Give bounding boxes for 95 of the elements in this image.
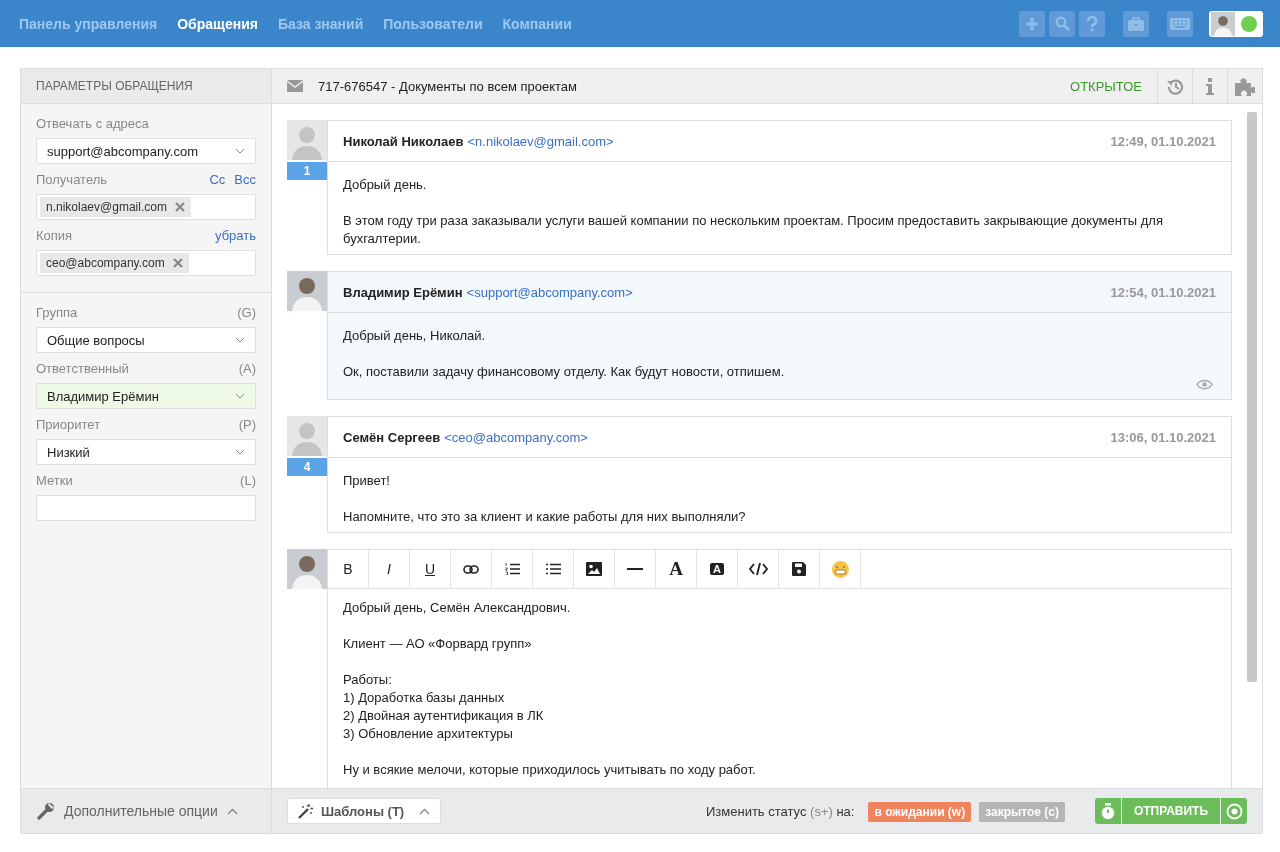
chevron-up-icon <box>419 807 430 815</box>
chevron-down-icon <box>235 449 245 455</box>
user-menu[interactable] <box>1209 10 1263 37</box>
panel-title: ПАРАМЕТРЫ ОБРАЩЕНИЯ <box>21 69 271 104</box>
reply-text: Клиент — АО «Форвард групп» <box>343 635 533 653</box>
briefcase-button[interactable] <box>1123 10 1149 37</box>
keyboard-icon <box>1170 17 1190 30</box>
more-options-button[interactable]: Дополнительные опции <box>21 788 271 833</box>
chevron-down-icon <box>235 337 245 343</box>
message-time: 12:49, 01.10.2021 <box>1110 133 1216 149</box>
email-tag: ceo@abcompany.com <box>40 253 189 273</box>
select-field[interactable]: Низкий <box>36 439 256 465</box>
envelope-icon <box>287 80 303 92</box>
target-icon <box>1225 802 1243 820</box>
stopwatch-icon <box>1101 802 1115 820</box>
link-icon <box>463 564 479 574</box>
bullet-list-icon <box>545 563 561 575</box>
message-text: Добрый день. <box>343 176 428 194</box>
puzzle-icon[interactable] <box>1235 76 1255 96</box>
nav-tab[interactable]: Обращения <box>177 15 258 32</box>
help-icon <box>1086 15 1098 32</box>
italic-button[interactable]: I <box>369 550 410 588</box>
highlight-button[interactable]: A <box>697 550 738 588</box>
email-tag: n.nikolaev@gmail.com <box>40 197 191 217</box>
field-label: Ответственный <box>36 361 129 376</box>
templates-button[interactable]: Шаблоны (T) <box>287 798 441 824</box>
code-icon <box>748 563 768 575</box>
remove-icon[interactable] <box>172 258 183 268</box>
reply-text: Добрый день, Семён Александрович. <box>343 599 572 617</box>
select-field[interactable]: Общие вопросы <box>36 327 256 353</box>
plus-icon <box>1025 16 1039 31</box>
shortcut-hint: (L) <box>240 473 256 488</box>
chevron-down-icon <box>235 148 245 154</box>
field-label: Отвечать с адреса <box>36 116 149 131</box>
reply-text: Работы: 1) Доработка базы данных 2) Двойная аутентификация в ЛК 3) Обновление архитектуры <box>343 671 545 743</box>
chevron-up-icon <box>226 807 238 815</box>
message-time: 12:54, 01.10.2021 <box>1110 284 1216 300</box>
status-change-label: Изменить статус (s+) на: <box>706 803 855 819</box>
chevron-down-icon <box>235 393 245 399</box>
author-email[interactable]: <ceo@abcompany.com> <box>444 429 588 445</box>
message-text: В этом году три раза заказывали услуги вашей компании по нескольким проектам. Просим предоставить закрывающие документы для бухгалтерии. <box>343 212 1164 248</box>
field-link[interactable]: убрать <box>215 228 256 243</box>
help-button[interactable] <box>1079 10 1105 37</box>
message-text: Напомните, что это за клиент и какие работы для них выполняли? <box>343 508 747 526</box>
horizontal-rule-icon <box>627 568 643 570</box>
author-email[interactable]: <n.nikolaev@gmail.com> <box>467 133 614 149</box>
numbered-list-icon <box>504 563 520 575</box>
message-text: Добрый день, Николай. <box>343 327 487 345</box>
avatar-icon <box>287 549 327 589</box>
info-icon[interactable] <box>1206 77 1214 95</box>
field-link[interactable]: Cc <box>209 172 226 187</box>
search-icon <box>1054 16 1070 31</box>
author-name: Семён Сергеев <box>343 429 441 445</box>
magic-wand-icon <box>298 803 313 819</box>
save-icon <box>792 562 806 576</box>
tag-input-field[interactable]: n.nikolaev@gmail.com <box>36 194 256 220</box>
author-name: Владимир Ерёмин <box>343 284 463 300</box>
field-label: Копия <box>36 228 73 243</box>
briefcase-icon <box>1128 16 1144 31</box>
input-field[interactable] <box>36 495 256 521</box>
field-label: Приоритет <box>36 417 101 432</box>
message-text: Ок, поставили задачу финансовому отделу. Как будут новости, отпишем. <box>343 363 786 381</box>
message-text: Привет! <box>343 472 391 490</box>
field-label: Метки <box>36 473 73 488</box>
message-time: 13:06, 01.10.2021 <box>1110 429 1216 445</box>
image-icon <box>586 562 602 576</box>
field-label: Получатель <box>36 172 108 187</box>
author-email[interactable]: <support@abcompany.com> <box>466 284 633 300</box>
ticket-title: 717-676547 - Документы по всем проектам <box>318 78 579 94</box>
keyboard-button[interactable] <box>1167 10 1193 37</box>
grinning-face-icon <box>831 560 849 578</box>
shortcut-hint: (P) <box>238 417 256 432</box>
shortcut-hint: (A) <box>238 361 256 376</box>
field-label: Группа <box>36 305 78 320</box>
shortcut-hint: (G) <box>237 305 256 320</box>
select-field[interactable]: support@abcompany.com <box>36 138 256 164</box>
field-link[interactable]: Bcc <box>234 172 256 187</box>
underline-button[interactable]: U <box>410 550 451 588</box>
tag-input-field[interactable]: ceo@abcompany.com <box>36 250 256 276</box>
reply-text: Ну и всякие мелочи, которые приходилось учитывать по ходу работ. <box>343 761 757 779</box>
timer-button[interactable] <box>1095 798 1121 824</box>
remove-icon[interactable] <box>174 202 185 212</box>
search-button[interactable] <box>1049 10 1075 37</box>
message-number: 1 <box>287 162 327 180</box>
send-options-button[interactable] <box>1221 798 1247 824</box>
add-button[interactable] <box>1019 10 1045 37</box>
avatar-icon <box>1211 11 1235 36</box>
history-icon[interactable] <box>1166 77 1184 95</box>
status-label: ОТКРЫТОЕ <box>1070 78 1142 94</box>
message-number: 4 <box>287 458 327 476</box>
wrench-icon <box>37 802 55 820</box>
select-field[interactable]: Владимир Ерёмин <box>36 383 256 409</box>
author-name: Николай Николаев <box>343 133 464 149</box>
font-button[interactable]: A <box>656 550 697 588</box>
bold-button[interactable]: B <box>328 550 369 588</box>
